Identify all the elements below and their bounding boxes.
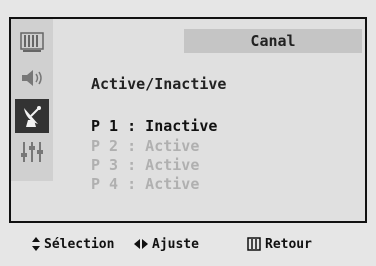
sidebar-item-channel[interactable] [15,99,49,133]
page-title: Canal [184,29,362,53]
menu-return-icon [247,237,261,251]
footer-bar: Sélection Ajuste Retour [0,232,376,256]
osd-menu-panel: Canal Active/Inactive P 1 : Inactive P 2… [9,17,367,223]
program-item-p4[interactable]: P 4 : Active [91,175,199,193]
footer-select-hint: Sélection [31,232,114,256]
up-down-arrow-icon [32,237,40,251]
program-item-p2[interactable]: P 2 : Active [91,137,199,155]
picture-menu-icon [20,32,44,52]
footer-return-hint: Retour [246,232,312,256]
menu-subtitle: Active/Inactive [91,75,227,93]
setup-sliders-icon [21,142,43,162]
sidebar-item-sound[interactable] [17,63,47,93]
sidebar-item-picture[interactable] [17,27,47,57]
select-label: Sélection [44,236,115,252]
sound-speaker-icon [22,70,42,86]
menu-sidebar [11,19,53,181]
return-label: Retour [265,236,312,252]
program-item-p3[interactable]: P 3 : Active [91,156,199,174]
left-right-arrow-icon [134,239,148,249]
adjust-label: Ajuste [152,236,199,252]
program-item-p1[interactable]: P 1 : Inactive [91,117,217,135]
channel-antenna-icon [24,106,41,127]
footer-adjust-hint: Ajuste [133,232,199,256]
sidebar-item-setup[interactable] [17,137,47,167]
